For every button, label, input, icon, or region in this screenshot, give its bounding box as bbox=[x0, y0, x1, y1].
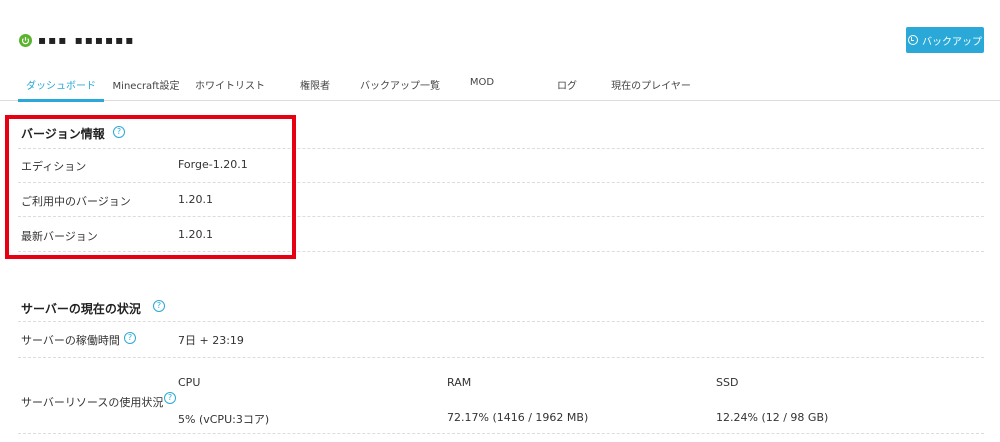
tab-permissions[interactable]: 権限者 bbox=[290, 77, 340, 101]
tab-current-players[interactable]: 現在のプレイヤー bbox=[608, 77, 694, 101]
ram-header: RAM bbox=[447, 376, 472, 389]
server-status-title: サーバーの現在の状況 bbox=[21, 302, 141, 316]
cpu-value: 5% (vCPU:3コア) bbox=[178, 413, 270, 426]
power-status-icon bbox=[19, 34, 32, 47]
tab-backup-list[interactable]: バックアップ一覧 bbox=[355, 77, 445, 101]
uptime-label: サーバーの稼働時間 bbox=[21, 334, 120, 347]
resource-usage-label: サーバーリソースの使用状況 bbox=[21, 396, 164, 409]
resource-help-icon[interactable]: ? bbox=[164, 392, 176, 404]
tab-bar: ダッシュボード Minecraft設定 ホワイトリスト 権限者 バックアップ一覧… bbox=[0, 70, 1000, 102]
server-status-help-icon[interactable]: ? bbox=[153, 300, 165, 312]
backup-icon bbox=[908, 35, 918, 45]
divider bbox=[18, 321, 984, 322]
top-bar: ▪▪▪ ▪▪▪▪▪▪ バックアップ bbox=[0, 0, 1000, 70]
backup-button-label: バックアップ bbox=[922, 36, 982, 48]
tab-dashboard[interactable]: ダッシュボード bbox=[18, 77, 104, 102]
cpu-header: CPU bbox=[178, 376, 201, 389]
uptime-help-icon[interactable]: ? bbox=[124, 332, 136, 344]
tab-whitelist[interactable]: ホワイトリスト bbox=[190, 77, 270, 101]
backup-button[interactable]: バックアップ bbox=[906, 27, 984, 53]
tab-log[interactable]: ログ bbox=[550, 77, 584, 101]
divider bbox=[18, 433, 984, 434]
divider bbox=[18, 357, 984, 358]
tab-mod[interactable]: MOD bbox=[462, 77, 502, 101]
ssd-header: SSD bbox=[716, 376, 739, 389]
ram-value: 72.17% (1416 / 1962 MB) bbox=[447, 411, 589, 424]
ssd-value: 12.24% (12 / 98 GB) bbox=[716, 411, 829, 424]
uptime-value: 7日 + 23:19 bbox=[178, 334, 244, 347]
tab-minecraft-settings[interactable]: Minecraft設定 bbox=[108, 77, 184, 101]
server-name: ▪▪▪ ▪▪▪▪▪▪ bbox=[38, 33, 136, 47]
highlight-box bbox=[5, 115, 296, 259]
